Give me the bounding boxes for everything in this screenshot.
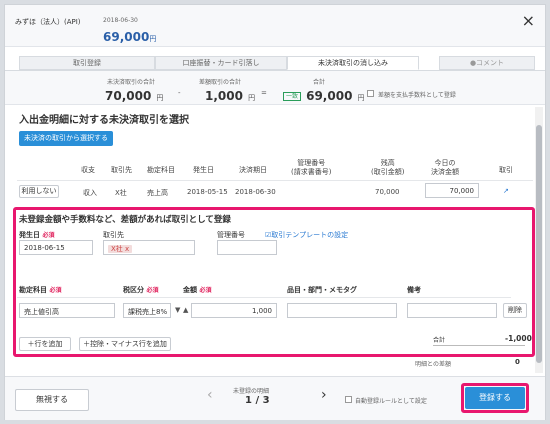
diff-with-detail-label: 明細との差額 (415, 361, 451, 368)
col-type: 収支 (81, 166, 95, 174)
total-yen: 円 (357, 94, 365, 102)
diff-total: 1,000 円 (205, 85, 255, 104)
minus-sign: - (178, 89, 181, 97)
col-mgmt: 管理番号 (請求書番号) (291, 159, 332, 176)
diff-with-detail-value: 0 (515, 358, 520, 366)
tab-comment-label: コメント (476, 59, 505, 67)
pager-label: 未登録の明細 (233, 388, 270, 395)
header-amount-value: 69,000 (103, 30, 150, 44)
header-yen: 円 (149, 35, 157, 43)
company-name: みずほ（法人）(API) (15, 18, 81, 26)
unsettled-yen: 円 (156, 94, 164, 102)
dialog: みずほ（法人）(API) 2018-06-30 69,000円 × 取引登録 口… (4, 4, 546, 420)
total-value: 69,000 (306, 89, 353, 103)
col-partner: 取引先 (111, 166, 132, 174)
scrollbar-thumb[interactable] (536, 125, 542, 363)
auto-rule-checkbox[interactable] (345, 396, 352, 403)
col-date: 発生日 (193, 166, 214, 174)
match-badge: 一致 (283, 92, 302, 101)
fee-checkbox-label: 差額を支払手数料として登録 (378, 92, 456, 99)
grand-total: 一致 69,000 円 (283, 85, 365, 104)
tab-reconcile[interactable]: 未決済取引の消し込み (287, 56, 419, 70)
row-date: 2018-05-15 (187, 188, 228, 196)
col-account: 勘定科目 (147, 166, 175, 174)
col-action: 取引 (499, 166, 513, 174)
equals-sign: = (261, 89, 267, 97)
tab-transfer[interactable]: 口座振替・カード引落し (155, 56, 287, 70)
header-date: 2018-06-30 (103, 17, 138, 24)
auto-rule-label: 自動登録ルールとして設定 (355, 398, 427, 405)
table-row: 利用しない 収入 X社 売上高 2018-05-15 2018-06-30 70… (17, 183, 533, 199)
diff-yen: 円 (248, 94, 256, 102)
close-icon[interactable]: × (522, 11, 535, 30)
section1-title: 入出金明細に対する未決済取引を選択 (19, 115, 189, 126)
dialog-footer: 無視する ‹ 未登録の明細 1 / 3 › 自動登録ルールとして設定 登録する (5, 376, 545, 420)
row-partner: X社 (115, 189, 127, 197)
unsettled-total: 70,000 円 (105, 85, 163, 104)
row-due: 2018-06-30 (235, 188, 276, 196)
row-balance: 70,000 (375, 188, 400, 196)
next-arrow-icon[interactable]: › (321, 387, 327, 403)
tab-register[interactable]: 取引登録 (19, 56, 155, 70)
unuse-button[interactable]: 利用しない (19, 185, 59, 198)
summary-bar: 未決済取引の合計 70,000 円 - 差額取引の合計 1,000 円 = 合計… (5, 70, 545, 105)
diff-value: 1,000 (205, 89, 243, 103)
ignore-button[interactable]: 無視する (15, 389, 89, 411)
highlight-frame (13, 207, 535, 357)
settle-amount-input[interactable]: 70,000 (425, 183, 479, 198)
header-amount: 69,000円 (103, 26, 156, 45)
register-button[interactable]: 登録する (465, 387, 525, 409)
tab-comment[interactable]: ●コメント (439, 56, 535, 70)
col-due: 決済期日 (239, 166, 267, 174)
pager-value: 1 / 3 (245, 395, 270, 406)
prev-arrow-icon[interactable]: ‹ (207, 387, 213, 403)
dialog-header: みずほ（法人）(API) 2018-06-30 69,000円 × (5, 5, 545, 47)
col-balance: 残高 (取引金額) (371, 159, 405, 176)
row-type: 収入 (83, 189, 97, 197)
select-unsettled-button[interactable]: 未決済の取引から選択する (19, 131, 113, 146)
open-transaction-icon[interactable]: ↗ (503, 187, 509, 195)
table-divider (17, 180, 533, 181)
fee-checkbox[interactable] (367, 90, 374, 97)
col-settle: 今日の 決済金額 (431, 159, 459, 176)
unsettled-value: 70,000 (105, 89, 152, 103)
row-account: 売上高 (147, 189, 168, 197)
